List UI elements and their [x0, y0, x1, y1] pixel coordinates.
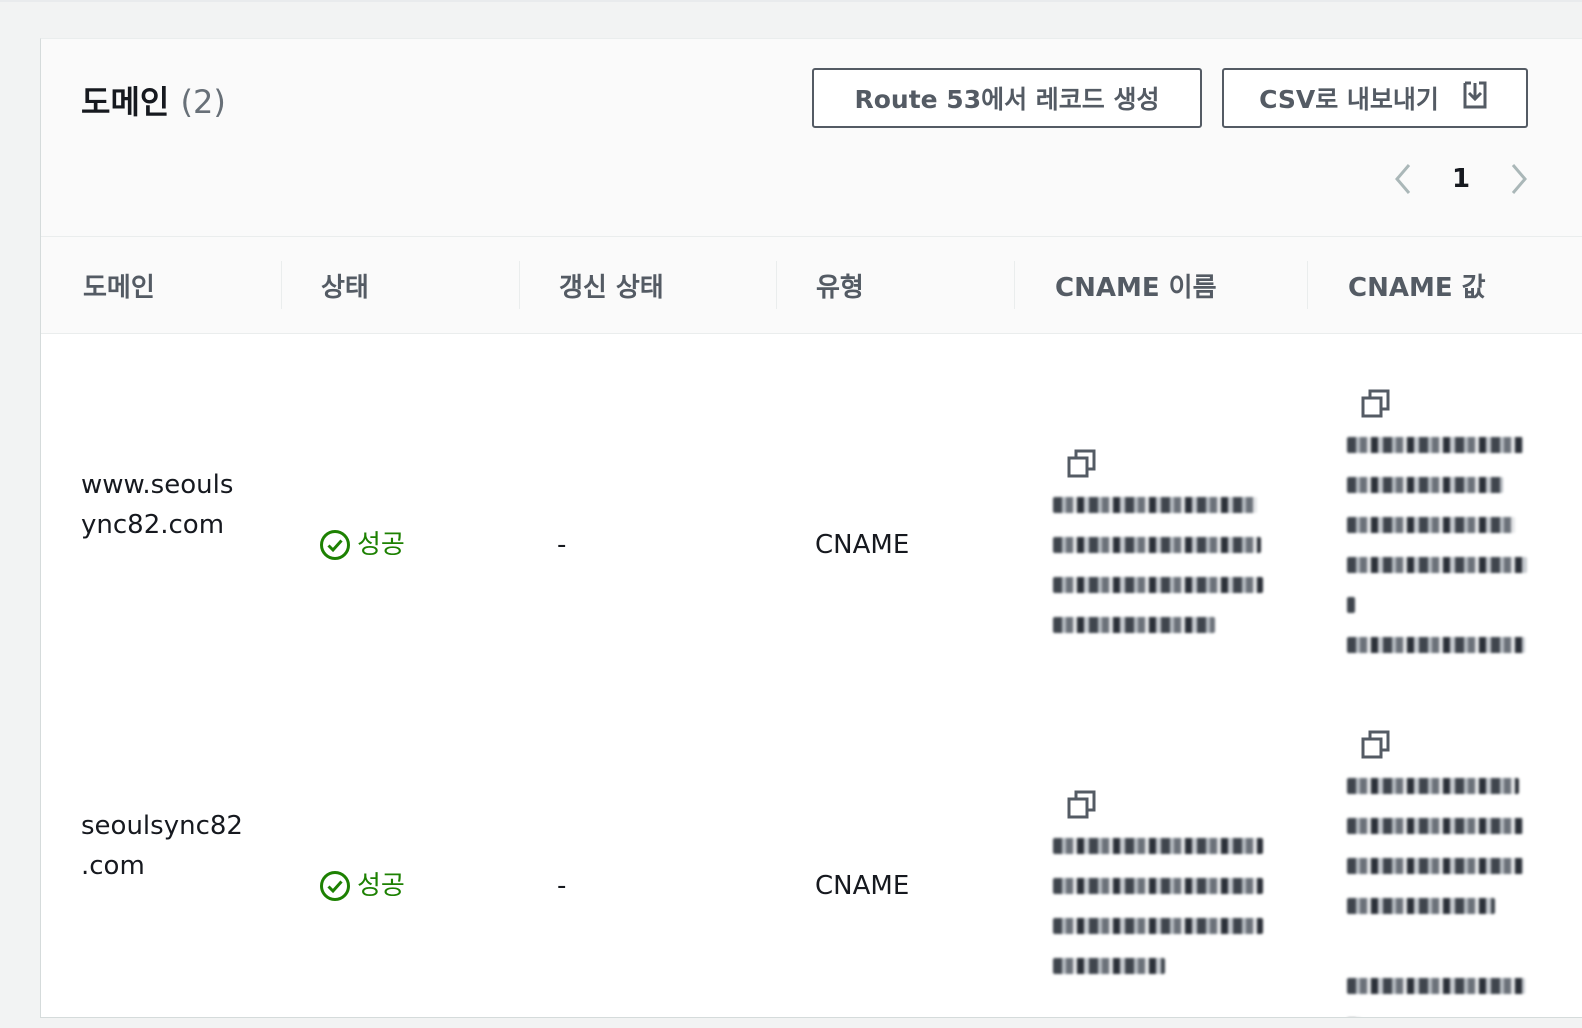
- panel-title: 도메인 (2): [81, 77, 226, 123]
- export-csv-label: CSV로 내보내기: [1259, 85, 1439, 114]
- status-text: 성공: [357, 871, 405, 901]
- column-header-cname-value[interactable]: CNAME 값: [1348, 237, 1486, 334]
- create-records-route53-button[interactable]: Route 53에서 레코드 생성: [812, 68, 1202, 128]
- status-badge: 성공: [319, 866, 405, 906]
- domain-cell: www.seouls ync82.com: [81, 465, 233, 545]
- current-page-number[interactable]: 1: [1420, 164, 1502, 194]
- type-cell: CNAME: [815, 871, 910, 901]
- success-check-icon: [320, 871, 350, 901]
- column-header-type[interactable]: 유형: [816, 237, 864, 334]
- status-text: 성공: [357, 530, 405, 560]
- renewal-status-cell: -: [557, 530, 567, 560]
- panel-title-text: 도메인: [81, 83, 170, 121]
- column-divider[interactable]: [281, 261, 282, 309]
- copy-icon[interactable]: [1067, 449, 1097, 479]
- domain-name-line: www.seouls: [81, 470, 234, 500]
- next-page-button[interactable]: [1502, 159, 1536, 199]
- domain-name-line: ync82.com: [81, 510, 225, 540]
- table-row: www.seouls ync82.com 성공 - CNAME: [41, 335, 1582, 677]
- copy-icon[interactable]: [1361, 730, 1391, 760]
- top-divider: [0, 0, 1582, 2]
- column-header-domain[interactable]: 도메인: [83, 237, 155, 334]
- column-header-cname-name[interactable]: CNAME 이름: [1055, 237, 1217, 334]
- chevron-right-icon: [1511, 164, 1527, 194]
- column-divider[interactable]: [519, 261, 520, 309]
- create-records-route53-label: Route 53에서 레코드 생성: [854, 85, 1160, 114]
- renewal-status-cell: -: [557, 871, 567, 901]
- success-check-icon: [320, 530, 350, 560]
- column-header-renewal-status[interactable]: 갱신 상태: [559, 237, 664, 334]
- type-cell: CNAME: [815, 530, 910, 560]
- domains-panel: 도메인 (2) Route 53에서 레코드 생성 CSV로 내보내기 1 도메…: [40, 38, 1582, 1018]
- status-badge: 성공: [319, 525, 405, 565]
- copy-icon[interactable]: [1067, 790, 1097, 820]
- domain-name-line: .com: [81, 851, 145, 881]
- column-divider[interactable]: [1014, 261, 1015, 309]
- domain-name-line: seoulsync82: [81, 811, 243, 841]
- table-row: seoulsync82 .com 성공 - CNAME: [41, 676, 1582, 1017]
- download-icon: [1459, 79, 1491, 117]
- panel-header: 도메인 (2) Route 53에서 레코드 생성 CSV로 내보내기 1: [41, 39, 1582, 237]
- domain-cell: seoulsync82 .com: [81, 806, 243, 886]
- column-divider[interactable]: [776, 261, 777, 309]
- column-header-status[interactable]: 상태: [321, 237, 369, 334]
- column-divider[interactable]: [1307, 261, 1308, 309]
- copy-icon[interactable]: [1361, 389, 1391, 419]
- panel-title-count: (2): [180, 83, 226, 121]
- cname-name-redacted: [1053, 485, 1263, 645]
- cname-value-redacted: [1347, 425, 1527, 665]
- export-csv-button[interactable]: CSV로 내보내기: [1222, 68, 1528, 128]
- pagination: 1: [1386, 159, 1536, 199]
- cname-name-redacted: [1053, 826, 1263, 986]
- chevron-left-icon: [1395, 164, 1411, 194]
- cname-value-redacted: [1347, 766, 1525, 1017]
- previous-page-button[interactable]: [1386, 159, 1420, 199]
- table-header: 도메인 상태 갱신 상태 유형 CNAME 이름 CNAME 값: [41, 237, 1582, 334]
